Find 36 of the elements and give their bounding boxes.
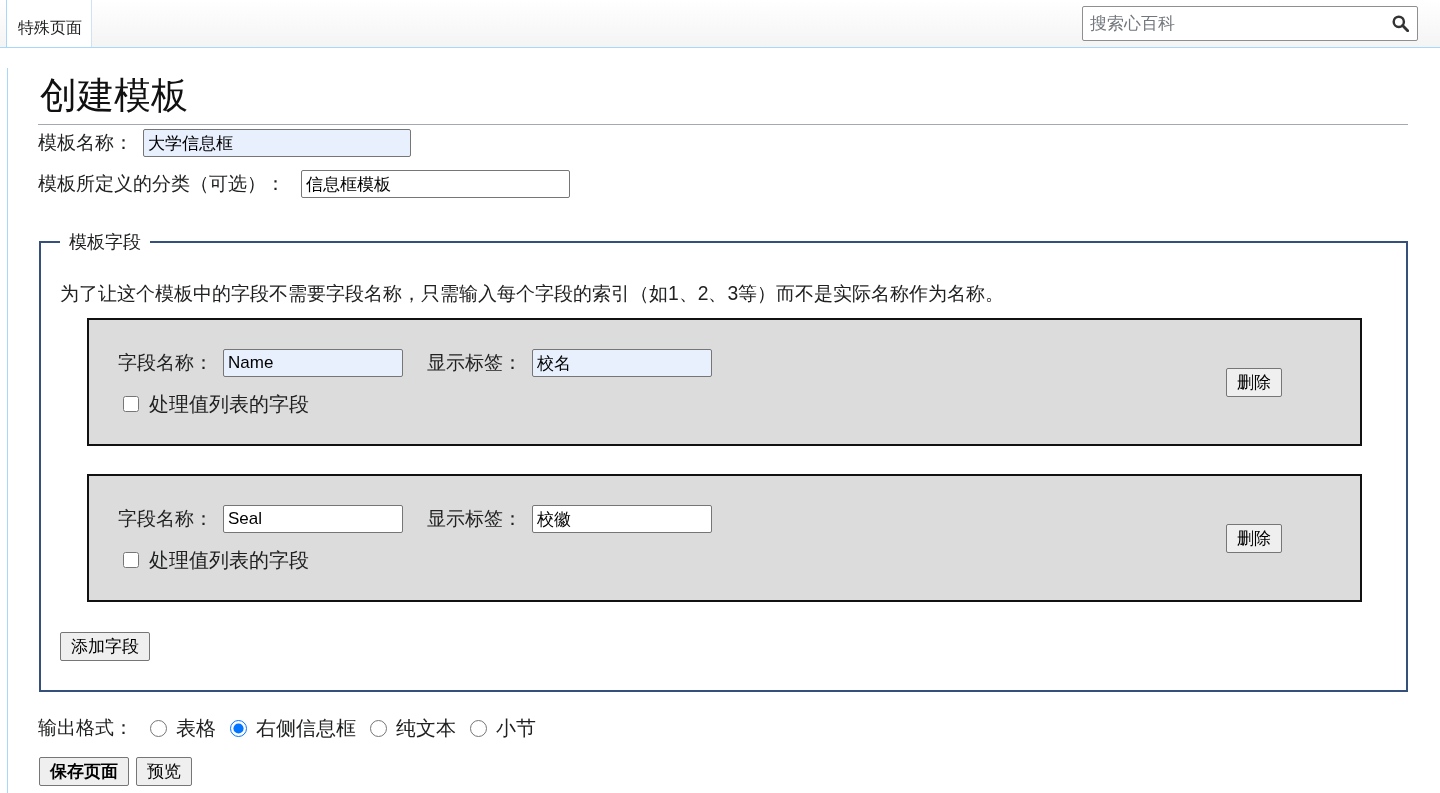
text-input[interactable]: 校名 [532, 349, 712, 377]
delete-button[interactable]: 删除 [1226, 524, 1282, 553]
radio-button[interactable] [470, 719, 487, 737]
page-title: 创建模板 [38, 68, 1408, 125]
panel-legend: 模板字段 [60, 230, 150, 254]
radio-label: 小节 [496, 716, 536, 740]
search-field[interactable]: 搜索心百科 [1082, 6, 1418, 41]
search-icon[interactable] [1392, 15, 1409, 32]
radio-button[interactable] [150, 719, 167, 737]
delete-button[interactable]: 删除 [1226, 368, 1282, 397]
radio-label: 表格 [176, 716, 216, 740]
field-label: 模板名称： [38, 131, 133, 155]
checkbox[interactable] [123, 552, 139, 568]
page-tab[interactable]: 特殊页面 [6, 0, 92, 47]
field-label: 输出格式： [38, 716, 133, 740]
text-input[interactable]: 校徽 [532, 505, 712, 533]
field-label: 显示标签： [427, 507, 522, 531]
add-field-button[interactable]: 添加字段 [60, 632, 150, 661]
radio-button[interactable] [370, 719, 387, 737]
text-input[interactable]: 大学信息框 [143, 129, 411, 157]
checkbox[interactable] [123, 396, 139, 412]
field-label: 字段名称： [118, 351, 213, 375]
radio-label: 右侧信息框 [256, 716, 356, 740]
form-button[interactable]: 保存页面 [39, 757, 129, 786]
description-text: 为了让这个模板中的字段不需要字段名称，只需输入每个字段的索引（如1、2、3等）而不是实际名称作为名称。 [60, 282, 1006, 306]
radio-button[interactable] [230, 719, 247, 737]
text-input[interactable]: Seal [223, 505, 403, 533]
field-label: 模板所定义的分类（可选）： [38, 172, 285, 196]
field-label: 显示标签： [427, 351, 522, 375]
checkbox-label: 处理值列表的字段 [149, 392, 309, 416]
text-input[interactable]: 信息框模板 [301, 170, 570, 198]
text-input[interactable]: Name [223, 349, 403, 377]
form-button[interactable]: 预览 [136, 757, 192, 786]
checkbox-label: 处理值列表的字段 [149, 548, 309, 572]
field-label: 字段名称： [118, 507, 213, 531]
radio-label: 纯文本 [396, 716, 456, 740]
